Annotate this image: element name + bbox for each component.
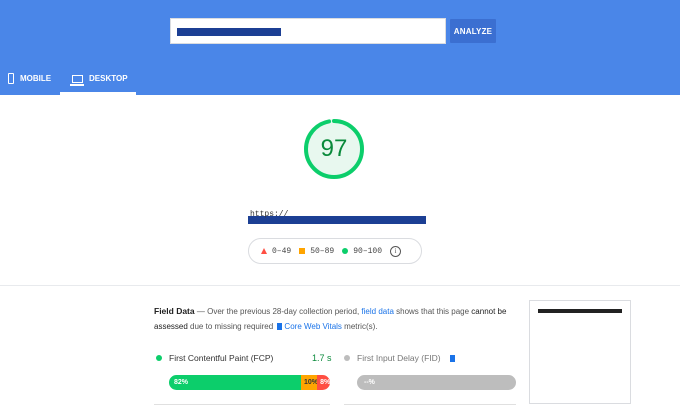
legend-average: 50–89 [299, 247, 334, 256]
legend-good-label: 90–100 [353, 246, 383, 256]
field-data-link[interactable]: field data [361, 307, 393, 316]
triangle-icon [261, 248, 267, 254]
tab-desktop[interactable]: DESKTOP [60, 62, 136, 95]
field-text-4: due to missing required [190, 322, 274, 331]
legend-poor: 0–49 [261, 247, 291, 256]
tab-mobile[interactable]: MOBILE [4, 62, 55, 95]
performance-score: 97 [320, 135, 348, 162]
no-data-dot-icon [344, 355, 350, 361]
redacted-url [177, 28, 281, 36]
field-data-title: Field Data [154, 306, 195, 316]
divider [344, 404, 516, 405]
score-panel: 97 https:// 0–49 50–89 90–100 i [0, 95, 680, 285]
legend-poor-label: 0–49 [272, 246, 292, 256]
phone-icon [8, 73, 14, 84]
top-bar: ANALYZE MOBILE DESKTOP [0, 0, 680, 95]
score-legend: 0–49 50–89 90–100 i [248, 238, 422, 264]
legend-good: 90–100 [342, 247, 382, 256]
field-data-description: Field Data — Over the previous 28-day co… [154, 304, 514, 334]
info-icon[interactable]: i [390, 245, 402, 257]
tested-url-prefix[interactable]: https:// [250, 210, 288, 219]
metric-fcp: First Contentful Paint (FCP) [156, 353, 273, 363]
fcp-distribution-bar: 82% 10% 8% [169, 375, 330, 390]
desktop-icon [70, 74, 84, 86]
metric-fid-label: First Input Delay (FID) [357, 353, 441, 363]
field-text-5: metric(s). [344, 322, 378, 331]
metric-fcp-value: 1.7 s [312, 353, 332, 363]
fid-distribution-bar: --% [357, 375, 516, 390]
metric-fcp-label: First Contentful Paint (FCP) [169, 353, 274, 363]
url-input[interactable] [170, 18, 446, 44]
dash: — [196, 307, 205, 316]
tab-mobile-label: MOBILE [20, 74, 52, 83]
analyze-button[interactable]: ANALYZE [450, 19, 496, 43]
thumbnail-nav-bar [538, 309, 622, 313]
core-web-vitals-link[interactable]: Core Web Vitals [284, 322, 342, 331]
legend-average-label: 50–89 [310, 246, 335, 256]
fcp-good-segment: 82% [169, 375, 302, 390]
bookmark-icon [449, 354, 455, 362]
field-text-2: shows that this page [396, 307, 470, 316]
square-icon [299, 248, 306, 254]
metric-fid: First Input Delay (FID) [344, 353, 457, 363]
tab-desktop-label: DESKTOP [89, 74, 128, 83]
divider [154, 404, 330, 405]
fcp-average-segment: 10% [301, 375, 318, 390]
circle-icon [342, 248, 349, 254]
field-text-1: Over the previous 28-day collection peri… [207, 307, 360, 316]
bookmark-icon [277, 323, 283, 330]
good-dot-icon [156, 355, 162, 361]
page-screenshot-thumbnail [529, 300, 631, 404]
